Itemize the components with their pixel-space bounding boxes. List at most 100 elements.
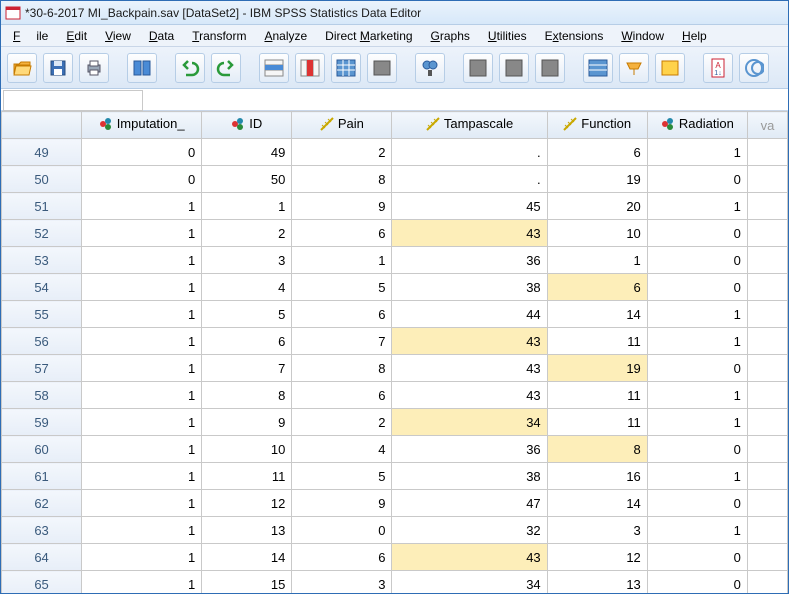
row-header[interactable]: 58 xyxy=(2,382,82,409)
data-grid[interactable]: Imputation_ ID Pain Tampascale Function … xyxy=(1,111,788,593)
cell-tampascale[interactable]: 36 xyxy=(392,436,547,463)
cell-empty[interactable] xyxy=(747,571,787,594)
cell-empty[interactable] xyxy=(747,517,787,544)
cell-radiation[interactable]: 1 xyxy=(647,193,747,220)
menu-window[interactable]: Window xyxy=(613,27,672,45)
cell-tampascale[interactable]: 43 xyxy=(392,544,547,571)
cell-pain[interactable]: 9 xyxy=(292,193,392,220)
goto-variable-button[interactable] xyxy=(295,53,325,83)
custom-attrs-button[interactable] xyxy=(655,53,685,83)
row-header[interactable]: 52 xyxy=(2,220,82,247)
cell-tampascale[interactable]: 38 xyxy=(392,274,547,301)
undo-button[interactable] xyxy=(175,53,205,83)
cell-tampascale[interactable]: 32 xyxy=(392,517,547,544)
cell-empty[interactable] xyxy=(747,220,787,247)
menu-direct-marketing[interactable]: Direct Marketing xyxy=(317,27,420,45)
cell-radiation[interactable]: 1 xyxy=(647,463,747,490)
cell-id[interactable]: 7 xyxy=(202,355,292,382)
row-header[interactable]: 57 xyxy=(2,355,82,382)
cell-pain[interactable]: 3 xyxy=(292,571,392,594)
customize-toolbar-button[interactable] xyxy=(739,53,769,83)
menu-graphs[interactable]: Graphs xyxy=(423,27,478,45)
cell-empty[interactable] xyxy=(747,328,787,355)
cell-tampascale[interactable]: 34 xyxy=(392,409,547,436)
cell-imputation[interactable]: 1 xyxy=(82,382,202,409)
row-header[interactable]: 55 xyxy=(2,301,82,328)
cell-reference-box[interactable] xyxy=(3,90,143,111)
cell-empty[interactable] xyxy=(747,274,787,301)
cell-pain[interactable]: 5 xyxy=(292,463,392,490)
menu-data[interactable]: Data xyxy=(141,27,182,45)
cell-id[interactable]: 8 xyxy=(202,382,292,409)
cell-radiation[interactable]: 0 xyxy=(647,274,747,301)
row-header[interactable]: 63 xyxy=(2,517,82,544)
cell-function[interactable]: 11 xyxy=(547,409,647,436)
cell-id[interactable]: 15 xyxy=(202,571,292,594)
cell-radiation[interactable]: 0 xyxy=(647,490,747,517)
cell-empty[interactable] xyxy=(747,166,787,193)
cell-tampascale[interactable]: 34 xyxy=(392,571,547,594)
cell-empty[interactable] xyxy=(747,382,787,409)
row-header[interactable]: 64 xyxy=(2,544,82,571)
column-header-function[interactable]: Function xyxy=(547,112,647,139)
cell-radiation[interactable]: 0 xyxy=(647,355,747,382)
cell-id[interactable]: 49 xyxy=(202,139,292,166)
find-button[interactable] xyxy=(415,53,445,83)
variables-button[interactable] xyxy=(331,53,361,83)
cell-pain[interactable]: 6 xyxy=(292,544,392,571)
cell-id[interactable]: 2 xyxy=(202,220,292,247)
cell-tampascale[interactable]: 47 xyxy=(392,490,547,517)
cell-id[interactable]: 13 xyxy=(202,517,292,544)
cell-pain[interactable]: 8 xyxy=(292,355,392,382)
cell-function[interactable]: 1 xyxy=(547,247,647,274)
menu-edit[interactable]: Edit xyxy=(58,27,95,45)
cell-radiation[interactable]: 1 xyxy=(647,409,747,436)
select-cases-button[interactable] xyxy=(535,53,565,83)
row-header[interactable]: 65 xyxy=(2,571,82,594)
cell-radiation[interactable]: 1 xyxy=(647,139,747,166)
cell-imputation[interactable]: 1 xyxy=(82,463,202,490)
cell-radiation[interactable]: 0 xyxy=(647,544,747,571)
cell-function[interactable]: 6 xyxy=(547,139,647,166)
menu-transform[interactable]: Transform xyxy=(184,27,254,45)
cell-imputation[interactable]: 1 xyxy=(82,409,202,436)
cell-radiation[interactable]: 0 xyxy=(647,571,747,594)
cell-radiation[interactable]: 1 xyxy=(647,517,747,544)
cell-id[interactable]: 10 xyxy=(202,436,292,463)
row-header[interactable]: 53 xyxy=(2,247,82,274)
cell-tampascale[interactable]: 45 xyxy=(392,193,547,220)
cell-tampascale[interactable]: 36 xyxy=(392,247,547,274)
menu-analyze[interactable]: Analyze xyxy=(256,27,315,45)
column-header-radiation[interactable]: Radiation xyxy=(647,112,747,139)
cell-radiation[interactable]: 0 xyxy=(647,436,747,463)
row-header[interactable]: 50 xyxy=(2,166,82,193)
cell-radiation[interactable]: 1 xyxy=(647,328,747,355)
cell-pain[interactable]: 5 xyxy=(292,274,392,301)
open-button[interactable] xyxy=(7,53,37,83)
cell-function[interactable]: 11 xyxy=(547,328,647,355)
goto-case-button[interactable] xyxy=(259,53,289,83)
cell-function[interactable]: 14 xyxy=(547,301,647,328)
value-labels-button[interactable] xyxy=(583,53,613,83)
cell-imputation[interactable]: 1 xyxy=(82,436,202,463)
row-header[interactable]: 51 xyxy=(2,193,82,220)
row-header[interactable]: 62 xyxy=(2,490,82,517)
cell-id[interactable]: 5 xyxy=(202,301,292,328)
menu-file[interactable]: File xyxy=(5,27,56,45)
cell-imputation[interactable]: 0 xyxy=(82,166,202,193)
cell-function[interactable]: 3 xyxy=(547,517,647,544)
cell-tampascale[interactable]: 38 xyxy=(392,463,547,490)
cell-pain[interactable]: 6 xyxy=(292,382,392,409)
cell-imputation[interactable]: 1 xyxy=(82,355,202,382)
cell-imputation[interactable]: 1 xyxy=(82,571,202,594)
cell-empty[interactable] xyxy=(747,436,787,463)
print-button[interactable] xyxy=(79,53,109,83)
split-file-button[interactable] xyxy=(463,53,493,83)
cell-empty[interactable] xyxy=(747,139,787,166)
column-header-pain[interactable]: Pain xyxy=(292,112,392,139)
cell-function[interactable]: 20 xyxy=(547,193,647,220)
cell-tampascale[interactable]: 43 xyxy=(392,355,547,382)
recall-dialog-button[interactable] xyxy=(127,53,157,83)
column-header-id[interactable]: ID xyxy=(202,112,292,139)
cell-id[interactable]: 11 xyxy=(202,463,292,490)
